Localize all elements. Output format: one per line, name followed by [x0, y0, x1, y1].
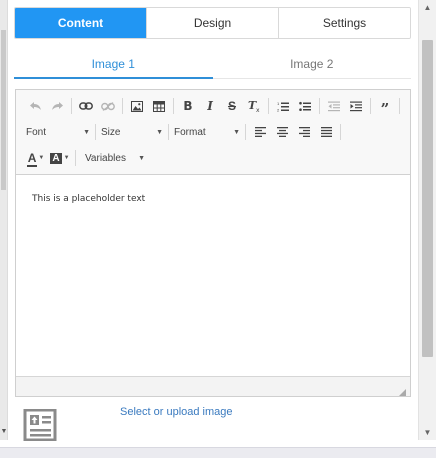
- toolbar-separator: [245, 124, 246, 140]
- toolbar-separator: [95, 124, 96, 140]
- text-color-icon: A: [27, 151, 37, 165]
- unlink-icon[interactable]: [97, 96, 119, 116]
- size-dropdown-label: Size: [101, 126, 121, 138]
- tab-image-2[interactable]: Image 2: [213, 50, 412, 78]
- scroll-down-arrow-icon[interactable]: ▼: [0, 428, 8, 436]
- bottom-edge: [0, 447, 436, 458]
- toolbar-row-3: A ▼ A ▼ Variables ▼: [24, 147, 147, 169]
- toolbar-row-1: B I S Tx 12 ”: [24, 95, 403, 117]
- toolbar-separator: [122, 98, 123, 114]
- chevron-down-icon: ▼: [138, 154, 145, 162]
- outdent-icon[interactable]: [323, 96, 345, 116]
- editor-content-area[interactable]: This is a placeholder text: [16, 176, 410, 376]
- italic-icon[interactable]: I: [199, 96, 221, 116]
- numbered-list-icon[interactable]: 12: [272, 96, 294, 116]
- toolbar-separator: [173, 98, 174, 114]
- variables-dropdown-label: Variables: [85, 152, 126, 164]
- align-right-icon[interactable]: [293, 122, 315, 142]
- align-center-icon[interactable]: [271, 122, 293, 142]
- size-dropdown[interactable]: Size ▼: [99, 122, 165, 142]
- remove-format-icon[interactable]: Tx: [243, 96, 265, 116]
- link-icon[interactable]: [75, 96, 97, 116]
- format-dropdown[interactable]: Format ▼: [172, 122, 242, 142]
- bulleted-list-icon[interactable]: [294, 96, 316, 116]
- editor-toolbar: B I S Tx 12 ” Font ▼ Size ▼ Format ▼ A ▼…: [16, 90, 410, 175]
- scroll-down-arrow-icon[interactable]: ▼: [419, 428, 436, 437]
- select-upload-image-link[interactable]: Select or upload image: [120, 406, 233, 418]
- strikethrough-icon[interactable]: S: [221, 96, 243, 116]
- vertical-scrollbar[interactable]: ▲ ▼: [418, 0, 436, 440]
- editor-content-text[interactable]: This is a placeholder text: [32, 194, 145, 204]
- undo-icon[interactable]: [24, 96, 46, 116]
- chevron-down-icon: ▼: [38, 155, 45, 161]
- left-scrollbar-thumb[interactable]: [1, 30, 6, 190]
- chevron-down-icon: ▼: [83, 128, 90, 136]
- tab-design[interactable]: Design: [146, 8, 278, 38]
- chevron-down-icon: ▼: [233, 128, 240, 136]
- toolbar-separator: [340, 124, 341, 140]
- scroll-up-arrow-icon[interactable]: ▲: [419, 3, 436, 12]
- blockquote-icon[interactable]: ”: [374, 96, 396, 117]
- indent-icon[interactable]: [345, 96, 367, 116]
- variables-dropdown[interactable]: Variables ▼: [79, 148, 147, 168]
- format-dropdown-label: Format: [174, 126, 206, 138]
- image-icon[interactable]: [126, 96, 148, 116]
- vertical-scrollbar-thumb[interactable]: [422, 40, 433, 357]
- svg-text:2: 2: [277, 107, 280, 112]
- toolbar-separator: [168, 124, 169, 140]
- background-color-icon: A: [50, 152, 62, 164]
- toolbar-separator: [75, 150, 76, 166]
- toolbar-separator: [319, 98, 320, 114]
- bold-icon[interactable]: B: [177, 96, 199, 116]
- toolbar-separator: [268, 98, 269, 114]
- svg-text:1: 1: [277, 101, 280, 106]
- text-color-button[interactable]: A ▼: [24, 148, 48, 168]
- tab-content[interactable]: Content: [15, 8, 146, 38]
- align-left-icon[interactable]: [249, 122, 271, 142]
- left-scrollbar[interactable]: ▼: [0, 0, 8, 440]
- table-icon[interactable]: [148, 96, 170, 116]
- image-tabs: Image 1 Image 2: [14, 50, 411, 79]
- svg-text:x: x: [256, 107, 260, 112]
- toolbar-separator: [399, 98, 400, 114]
- image-placeholder-icon: [22, 408, 58, 442]
- panel-tabs: Content Design Settings: [14, 7, 411, 39]
- toolbar-separator: [370, 98, 371, 114]
- align-justify-icon[interactable]: [315, 122, 337, 142]
- font-dropdown-label: Font: [26, 126, 47, 138]
- chevron-down-icon: ▼: [156, 128, 163, 136]
- resize-handle-icon[interactable]: [397, 384, 407, 396]
- toolbar-separator: [71, 98, 72, 114]
- chevron-down-icon: ▼: [63, 155, 70, 161]
- rich-text-editor: B I S Tx 12 ” Font ▼ Size ▼ Format ▼ A ▼…: [15, 89, 411, 397]
- toolbar-row-2: Font ▼ Size ▼ Format ▼: [24, 121, 344, 143]
- tab-settings[interactable]: Settings: [278, 8, 410, 38]
- redo-icon[interactable]: [46, 96, 68, 116]
- editor-status-bar: [16, 376, 410, 396]
- background-color-button[interactable]: A ▼: [48, 148, 72, 168]
- font-dropdown[interactable]: Font ▼: [24, 122, 92, 142]
- tab-image-1[interactable]: Image 1: [14, 50, 213, 79]
